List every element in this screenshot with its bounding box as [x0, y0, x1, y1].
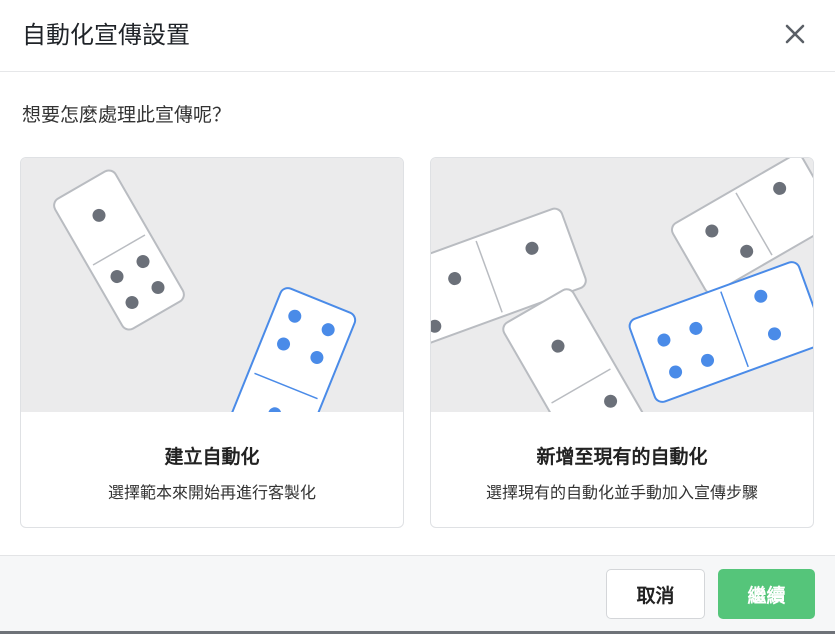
dialog-prompt: 想要怎麼處理此宣傳呢？: [22, 104, 232, 126]
dominoes-icon: [431, 158, 813, 412]
dominoes-icon: [21, 158, 403, 412]
dialog-header: 自動化宣傳設置: [0, 0, 835, 72]
option-description: 選擇範本來開始再進行客製化: [107, 483, 316, 502]
automation-setup-dialog: 自動化宣傳設置 想要怎麼處理此宣傳呢？ 建立自動化 選擇範本來開始再進行客製化 …: [0, 0, 835, 634]
option-description: 選擇現有的自動化並手動加入宣傳步驟: [485, 483, 758, 502]
close-icon[interactable]: [783, 22, 807, 46]
option-title: 建立自動化: [164, 446, 260, 468]
option-title: 新增至現有的自動化: [536, 446, 708, 468]
dialog-footer: 取消 繼續: [0, 555, 835, 634]
option-create-automation[interactable]: 建立自動化 選擇範本來開始再進行客製化: [20, 157, 404, 528]
option-add-to-existing-automation[interactable]: 新增至現有的自動化 選擇現有的自動化並手動加入宣傳步驟: [430, 157, 814, 528]
dialog-title: 自動化宣傳設置: [22, 21, 190, 49]
cancel-button[interactable]: 取消: [606, 569, 705, 619]
continue-button[interactable]: 繼續: [718, 569, 815, 619]
